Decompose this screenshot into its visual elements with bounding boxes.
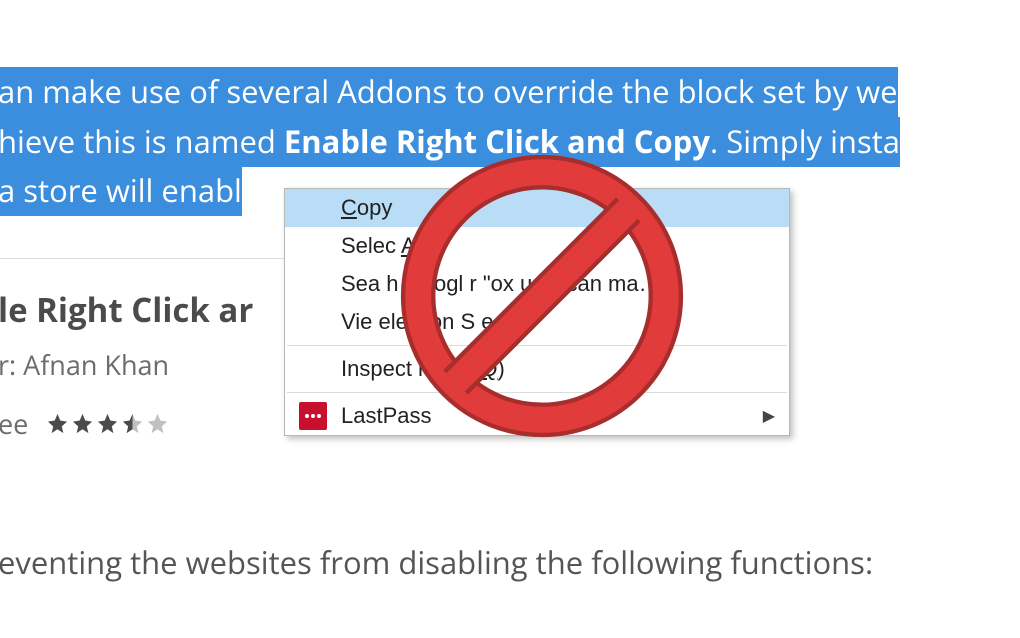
star-icon <box>46 412 69 435</box>
selected-text-line1: an make use of several Addons to overrid… <box>0 67 898 117</box>
selected-text-line2a: hieve this is named <box>0 117 284 167</box>
menu-item-search-google[interactable]: Sea h Googl r "ox us s can ma…" <box>285 265 789 303</box>
menu-separator <box>287 345 787 346</box>
lastpass-icon <box>299 402 327 430</box>
rating-stars <box>46 412 169 435</box>
selected-text-line3: a store will enabl <box>0 166 242 216</box>
chevron-right-icon: ▶ <box>763 406 775 426</box>
menu-item-view-source[interactable]: Vie election S e <box>285 303 789 341</box>
extension-price: ee <box>0 405 28 442</box>
menu-item-copy[interactable]: Copy <box>285 189 789 227</box>
menu-item-lastpass[interactable]: LastPass ▶ <box>285 397 789 435</box>
star-icon <box>71 412 94 435</box>
selected-text-line2b: . Simply insta <box>710 117 900 167</box>
article-body-text: eventing the websites from disabling the… <box>0 542 873 584</box>
context-menu[interactable]: Copy Selec All Sea h Googl r "ox us s ca… <box>284 188 790 436</box>
selected-text-bold: Enable Right Click and Copy <box>284 117 710 167</box>
star-half-icon <box>121 412 144 435</box>
article-content: an make use of several Addons to overrid… <box>0 0 1020 217</box>
star-empty-icon <box>146 412 169 435</box>
star-icon <box>96 412 119 435</box>
menu-item-inspect[interactable]: Inspect ment (Q) <box>285 350 789 388</box>
menu-separator <box>287 392 787 393</box>
menu-item-select-all[interactable]: Selec All <box>285 227 789 265</box>
